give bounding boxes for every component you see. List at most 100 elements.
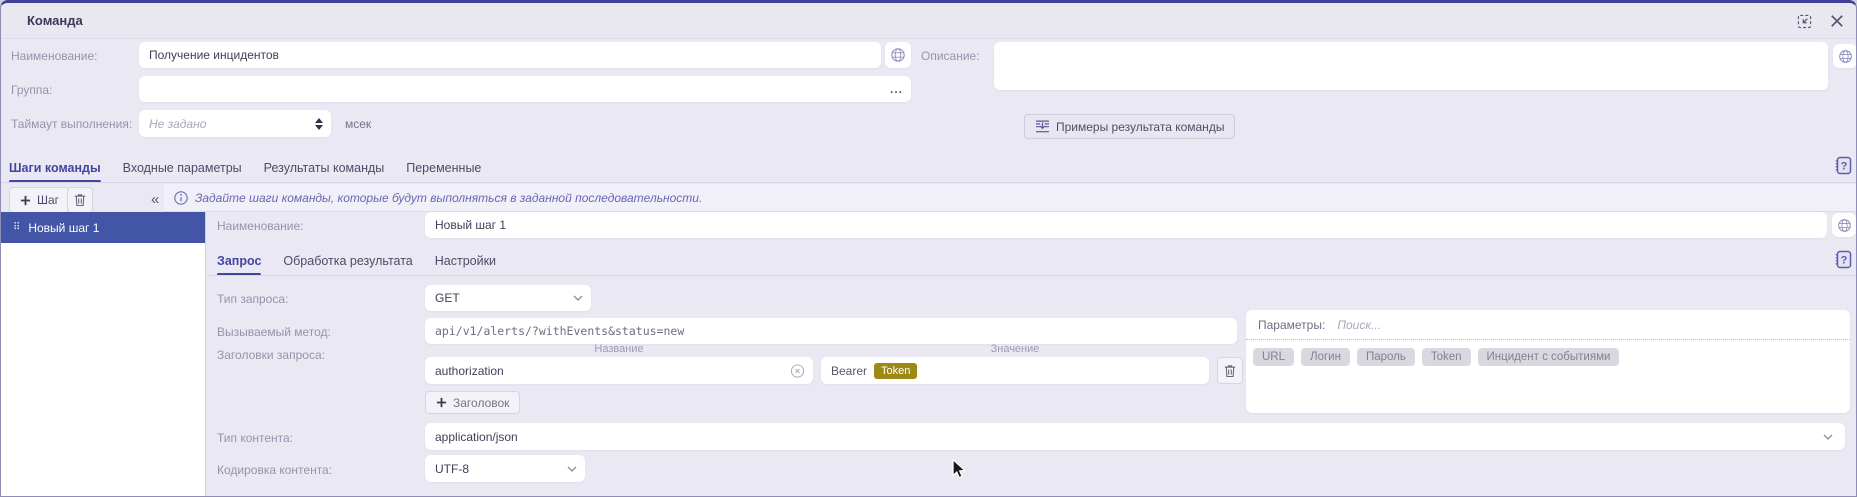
method-label: Вызываемый метод: bbox=[217, 325, 331, 339]
step-name-input[interactable]: Новый шаг 1 bbox=[425, 212, 1827, 238]
delete-header-button[interactable] bbox=[1217, 357, 1243, 384]
chevron-down-icon bbox=[1823, 434, 1833, 440]
examples-button-label: Примеры результата команды bbox=[1056, 120, 1224, 134]
add-step-label: Шаг bbox=[37, 193, 59, 207]
tab-variables[interactable]: Переменные bbox=[406, 153, 481, 183]
param-chip-incident[interactable]: Инцидент с событиями bbox=[1478, 348, 1620, 366]
param-chip-token[interactable]: Token bbox=[1422, 348, 1471, 366]
tab-command-results[interactable]: Результаты команды bbox=[264, 153, 385, 183]
encoding-label: Кодировка контента: bbox=[217, 463, 332, 477]
step-name-label: Наименование: bbox=[217, 219, 304, 233]
content-type-label: Тип контента: bbox=[217, 431, 293, 445]
help-book-icon: ? bbox=[1834, 250, 1852, 269]
svg-text:?: ? bbox=[1841, 255, 1848, 267]
header-name-input[interactable]: authorization bbox=[425, 357, 813, 384]
group-input[interactable]: ... bbox=[139, 76, 911, 102]
method-input[interactable]: api/v1/alerts/?withEvents&status=new bbox=[425, 318, 1237, 344]
parameter-chips: URL Логин Пароль Token Инцидент с событи… bbox=[1246, 340, 1850, 374]
globe-icon bbox=[1837, 218, 1852, 233]
tab-command-steps[interactable]: Шаги команды bbox=[9, 153, 101, 183]
mouse-cursor bbox=[951, 459, 968, 484]
plus-icon bbox=[20, 195, 31, 206]
content-type-value: application/json bbox=[435, 430, 518, 444]
svg-text:?: ? bbox=[1841, 161, 1848, 173]
help-button[interactable]: ? bbox=[1834, 156, 1852, 180]
header-value-prefix: Bearer bbox=[831, 364, 867, 378]
info-icon bbox=[174, 191, 188, 205]
window-title: Команда bbox=[27, 13, 83, 28]
name-label: Наименование: bbox=[11, 49, 98, 63]
step-name-input-text: Новый шаг 1 bbox=[435, 218, 506, 232]
parameters-header: Параметры: Поиск... bbox=[1246, 310, 1850, 340]
collapse-panel-button[interactable]: « bbox=[151, 191, 159, 208]
param-chip-url[interactable]: URL bbox=[1253, 348, 1294, 366]
chevron-down-icon bbox=[567, 466, 577, 472]
parameters-label: Параметры: bbox=[1258, 318, 1325, 332]
restore-window-icon[interactable] bbox=[1796, 13, 1813, 30]
add-header-label: Заголовок bbox=[453, 396, 509, 410]
help-button-request[interactable]: ? bbox=[1834, 250, 1852, 274]
steps-hint-bar: Задайте шаги команды, которые будут выпо… bbox=[164, 184, 1857, 212]
description-label: Описание: bbox=[921, 49, 980, 63]
method-input-text: api/v1/alerts/?withEvents&status=new bbox=[435, 324, 684, 338]
tab-settings[interactable]: Настройки bbox=[435, 246, 496, 276]
add-step-button[interactable]: Шаг bbox=[9, 187, 70, 213]
chevron-down-icon bbox=[573, 295, 583, 301]
tab-result-processing[interactable]: Обработка результата bbox=[283, 246, 412, 276]
add-header-button[interactable]: Заголовок bbox=[425, 391, 520, 414]
header-value-input[interactable]: Bearer Token bbox=[821, 357, 1209, 384]
name-globe-button[interactable] bbox=[885, 42, 911, 68]
step-item-selected[interactable]: ⠿ Новый шаг 1 bbox=[1, 212, 205, 243]
header-name-text: authorization bbox=[435, 364, 504, 378]
tabs-divider bbox=[1, 182, 1857, 183]
steps-hint-text: Задайте шаги команды, которые будут выпо… bbox=[195, 191, 702, 205]
header-name-column: Название bbox=[594, 343, 643, 355]
command-dialog: Команда Наименование: Получение инцидент… bbox=[0, 0, 1857, 497]
token-chip[interactable]: Token bbox=[874, 363, 917, 379]
delete-step-button[interactable] bbox=[67, 187, 93, 213]
download-icon bbox=[1035, 120, 1050, 133]
encoding-value: UTF-8 bbox=[435, 462, 469, 476]
content-type-select[interactable]: application/json bbox=[425, 423, 1845, 450]
globe-icon bbox=[1838, 49, 1853, 64]
timeout-spinner[interactable] bbox=[315, 118, 323, 130]
editor-tabs-divider bbox=[207, 275, 1857, 276]
group-label: Группа: bbox=[11, 83, 52, 97]
tab-request[interactable]: Запрос bbox=[217, 246, 261, 276]
parameters-panel: Параметры: Поиск... URL Логин Пароль Tok… bbox=[1246, 310, 1850, 413]
request-type-select[interactable]: GET bbox=[425, 285, 591, 311]
step-item-label: Новый шаг 1 bbox=[28, 221, 99, 235]
title-bar: Команда bbox=[1, 3, 1856, 39]
trash-icon bbox=[74, 193, 86, 207]
header-value-column: Значение bbox=[991, 343, 1040, 355]
encoding-select[interactable]: UTF-8 bbox=[425, 455, 585, 482]
name-input[interactable]: Получение инцидентов bbox=[139, 42, 881, 68]
request-type-label: Тип запроса: bbox=[217, 292, 288, 306]
plus-icon bbox=[436, 397, 447, 408]
close-icon[interactable] bbox=[1827, 11, 1847, 31]
parameters-search-input[interactable]: Поиск... bbox=[1337, 318, 1381, 332]
globe-icon bbox=[890, 47, 906, 63]
description-textarea[interactable] bbox=[994, 42, 1828, 90]
step-name-globe-button[interactable] bbox=[1832, 213, 1856, 237]
param-chip-password[interactable]: Пароль bbox=[1357, 348, 1415, 366]
tab-input-parameters[interactable]: Входные параметры bbox=[123, 153, 242, 183]
group-picker-button[interactable]: ... bbox=[890, 82, 903, 96]
name-input-text: Получение инцидентов bbox=[149, 48, 279, 62]
main-tabs: Шаги команды Входные параметры Результат… bbox=[9, 153, 481, 183]
clear-circle-icon[interactable] bbox=[790, 363, 805, 378]
step-editor-tabs: Запрос Обработка результата Настройки bbox=[217, 246, 496, 276]
description-globe-button[interactable] bbox=[1833, 44, 1857, 68]
headers-label: Заголовки запроса: bbox=[217, 348, 325, 362]
trash-icon bbox=[1224, 364, 1236, 378]
step-list: ⠿ Новый шаг 1 bbox=[1, 212, 206, 497]
timeout-placeholder: Не задано bbox=[149, 117, 206, 131]
timeout-unit: мсек bbox=[345, 117, 371, 131]
drag-handle-icon[interactable]: ⠿ bbox=[13, 222, 19, 233]
request-type-value: GET bbox=[435, 291, 460, 305]
timeout-label: Таймаут выполнения: bbox=[11, 117, 132, 131]
help-book-icon: ? bbox=[1834, 156, 1852, 175]
examples-button[interactable]: Примеры результата команды bbox=[1024, 114, 1235, 139]
param-chip-login[interactable]: Логин bbox=[1301, 348, 1350, 366]
timeout-input[interactable]: Не задано bbox=[139, 110, 331, 137]
